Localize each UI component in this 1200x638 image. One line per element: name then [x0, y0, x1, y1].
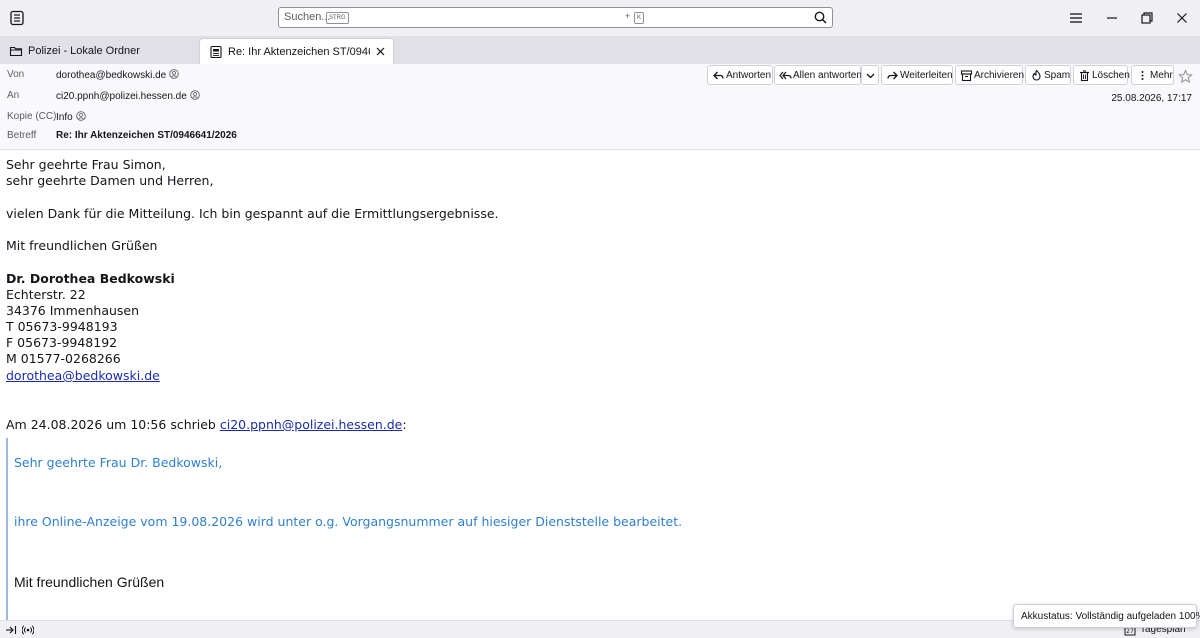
message-date: 25.08.2026, 17:17: [1111, 93, 1192, 104]
header-to-row: An ci20.ppnh@polizei.hessen.de: [0, 87, 700, 107]
subject-label: Betreff: [7, 130, 37, 141]
reply-all-icon: [779, 71, 792, 80]
reply-all-button[interactable]: Allen antworten: [774, 65, 862, 85]
quote-header: Am 24.08.2026 um 10:56 schrieb ci20.ppnh…: [6, 417, 407, 433]
trash-icon: [1080, 70, 1089, 82]
header-from-row: Von dorothea@bedkowski.de: [0, 66, 700, 86]
forward-icon: [887, 71, 898, 80]
archive-label: Archivieren: [974, 70, 1025, 81]
spaces-toolbar-icon[interactable]: [8, 9, 26, 27]
search-input[interactable]: Suchen... STRG + K: [278, 7, 833, 28]
cc-label: Kopie (CC): [7, 111, 57, 122]
shortcut-k-key: K: [634, 12, 645, 24]
quote-intro-text: Am 24.08.2026 um 10:56 schrieb: [6, 417, 216, 432]
close-window-icon[interactable]: [1173, 9, 1191, 27]
flame-icon: [1032, 69, 1041, 81]
from-label: Von: [7, 69, 25, 80]
closing-text: Mit freundlichen Grüßen: [6, 238, 158, 253]
quote-sender-link[interactable]: ci20.ppnh@polizei.hessen.de: [220, 417, 403, 432]
shortcut-plus: +: [625, 11, 631, 21]
quote-text: ihre Online-Anzeige vom 19.08.2026 wird …: [14, 514, 683, 529]
quote-greeting: Sehr geehrte Frau Dr. Bedkowski,: [14, 455, 223, 470]
tab-message[interactable]: Re: Ihr Aktenzeichen ST/0946641/2026: [199, 38, 394, 64]
signature-name: Dr. Dorothea Bedkowski: [6, 271, 175, 286]
from-address-text: dorothea@bedkowski.de: [56, 70, 167, 81]
delete-button[interactable]: Löschen: [1073, 65, 1130, 85]
signature-street: Echterstr. 22: [6, 287, 86, 302]
more-label: Mehr: [1150, 70, 1173, 81]
greeting-line-2: sehr geehrte Damen und Herren,: [6, 173, 214, 188]
tab-label: Re: Ihr Aktenzeichen ST/0946641/2026: [228, 46, 370, 58]
signature-phone: T 05673-9948193: [6, 319, 118, 334]
forward-button[interactable]: Weiterleiten: [881, 65, 953, 85]
minimize-icon[interactable]: [1103, 9, 1121, 27]
reply-all-dropdown[interactable]: [861, 65, 879, 85]
tab-folder-polizei[interactable]: Polizei - Lokale Ordner: [0, 38, 195, 64]
more-button[interactable]: Mehr: [1131, 65, 1174, 85]
hamburger-menu-icon[interactable]: [1067, 9, 1085, 27]
online-status-icon[interactable]: [22, 624, 34, 636]
tab-label: Polizei - Lokale Ordner: [28, 45, 140, 57]
signature-email-link[interactable]: dorothea@bedkowski.de: [6, 368, 160, 384]
chevron-down-icon: [866, 73, 875, 79]
collapse-sidebar-icon[interactable]: [5, 624, 17, 636]
tab-strip: Polizei - Lokale Ordner Re: Ihr Aktenzei…: [0, 36, 1200, 64]
spam-label: Spam: [1044, 70, 1071, 81]
close-tab-icon[interactable]: [374, 45, 387, 58]
cc-address-text: Info: [56, 112, 73, 123]
add-contact-icon[interactable]: [75, 111, 86, 121]
message-icon: [210, 45, 222, 59]
shortcut-ctrl-key: STRG: [326, 12, 349, 24]
spam-button[interactable]: Spam: [1025, 65, 1071, 85]
to-address-text: ci20.ppnh@polizei.hessen.de: [56, 91, 187, 102]
quote-bar: [6, 438, 8, 620]
star-icon[interactable]: [1178, 69, 1193, 84]
header-subject-row: Betreff Re: Ihr Aktenzeichen ST/0946641/…: [0, 127, 700, 147]
archive-button[interactable]: Archivieren: [955, 65, 1025, 85]
body-text: vielen Dank für die Mitteilung. Ich bin …: [6, 206, 499, 221]
archive-icon: [960, 70, 973, 82]
battery-status-tooltip: Akkustatus: Vollständig aufgeladen 100%: [1013, 604, 1200, 628]
header-cc-row: Kopie (CC) Info: [0, 108, 700, 128]
reply-label: Antworten: [726, 70, 772, 81]
reply-button[interactable]: Antworten: [707, 65, 773, 85]
forward-label: Weiterleiten: [900, 70, 953, 81]
calendar-day-number: 27: [1126, 628, 1134, 635]
signature-city: 34376 Immenhausen: [6, 303, 140, 318]
message-header: Von dorothea@bedkowski.de An ci20.ppnh@p…: [0, 64, 1200, 150]
message-body: Sehr geehrte Frau Simon, sehr geehrte Da…: [0, 150, 1200, 620]
delete-label: Löschen: [1092, 70, 1130, 81]
quote-closing: Mit freundlichen Grüßen: [14, 574, 165, 590]
subject-text: Re: Ihr Aktenzeichen ST/0946641/2026: [56, 130, 237, 141]
add-contact-icon[interactable]: [169, 69, 179, 79]
signature-fax: F 05673-9948192: [6, 335, 118, 350]
add-contact-icon[interactable]: [190, 90, 200, 100]
restore-icon[interactable]: [1138, 9, 1156, 27]
signature-mobile: M 01577-0268266: [6, 351, 121, 366]
more-vertical-icon: [1141, 71, 1144, 80]
from-address[interactable]: dorothea@bedkowski.de: [56, 69, 179, 81]
cc-address[interactable]: Info: [56, 111, 86, 123]
reply-icon: [713, 71, 724, 80]
folder-icon: [9, 46, 23, 57]
to-address[interactable]: ci20.ppnh@polizei.hessen.de: [56, 90, 200, 102]
search-placeholder: Suchen...: [284, 11, 331, 23]
quote-colon: :: [402, 417, 407, 432]
greeting-line-1: Sehr geehrte Frau Simon,: [6, 157, 166, 172]
to-label: An: [7, 90, 20, 101]
reply-all-label: Allen antworten: [793, 70, 862, 81]
search-icon[interactable]: [813, 10, 828, 25]
title-bar: Suchen... STRG + K: [0, 0, 1200, 36]
